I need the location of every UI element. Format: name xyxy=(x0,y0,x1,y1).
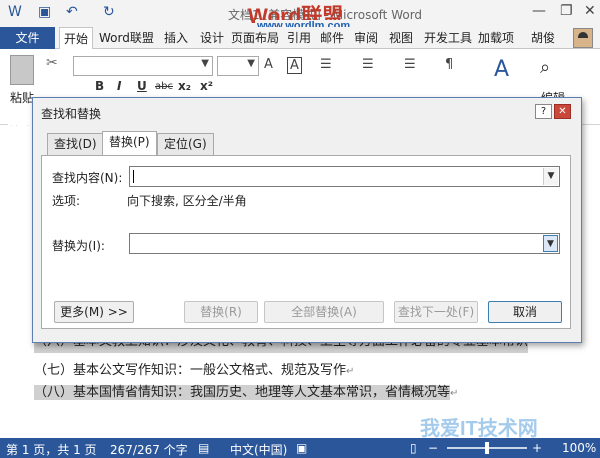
document-line-7[interactable]: （七）基本公文写作知识：一般公文格式、规范及写作↵ xyxy=(34,359,354,378)
zoom-slider-handle[interactable] xyxy=(485,442,489,454)
page-count[interactable]: 第 1 页，共 1 页 xyxy=(6,441,97,458)
italic-button[interactable]: I xyxy=(117,79,121,93)
tab-layout[interactable]: 页面布局 xyxy=(227,27,283,49)
minimize-icon[interactable]: — xyxy=(532,3,546,19)
close-window-icon[interactable]: ✕ xyxy=(584,3,596,19)
tab-review[interactable]: 审阅 xyxy=(350,27,382,49)
tab-addins[interactable]: 加载项 xyxy=(474,27,518,49)
tab-wordlm[interactable]: Word联盟 xyxy=(95,27,158,49)
read-mode-icon[interactable]: ▯ xyxy=(410,441,417,455)
tab-file[interactable]: 文件 xyxy=(0,27,55,49)
dialog-title: 查找和替换 xyxy=(41,107,102,121)
chevron-down-icon[interactable]: ▼ xyxy=(201,58,209,69)
tab-view[interactable]: 视图 xyxy=(385,27,417,49)
status-bar: 第 1 页，共 1 页 267/267 个字 ▤ 中文(中国) ▣ ▯ − + … xyxy=(0,438,600,458)
proofing-icon[interactable]: ▤ xyxy=(198,441,209,455)
ribbon-tabs: 文件 开始 Word联盟 插入 设计 页面布局 引用 邮件 审阅 视图 开发工具… xyxy=(0,27,600,50)
styles-icon[interactable]: A xyxy=(494,57,509,82)
replace-label: 替换为(I): xyxy=(52,239,105,253)
find-next-button[interactable]: 查找下一处(F) xyxy=(394,301,478,323)
chevron-down-icon[interactable]: ▼ xyxy=(543,235,558,252)
char-border-icon[interactable]: A xyxy=(287,57,302,74)
paste-icon[interactable] xyxy=(10,55,34,85)
find-label: 查找内容(N): xyxy=(52,171,123,185)
language[interactable]: 中文(中国) xyxy=(230,441,287,458)
paste-label[interactable]: 粘贴 xyxy=(10,89,34,106)
more-button[interactable]: 更多(M) >> xyxy=(54,301,134,323)
cut-icon[interactable]: ✂ xyxy=(46,55,58,71)
word-app-icon[interactable]: W xyxy=(8,4,22,20)
replace-input[interactable]: ▼ xyxy=(129,233,560,254)
paragraph-mark-icon: ↵ xyxy=(346,366,355,377)
numbering-icon[interactable]: ☰ xyxy=(362,57,374,72)
help-button[interactable]: ? xyxy=(535,104,552,119)
paragraph-mark-icon: ↵ xyxy=(450,388,459,399)
cancel-button[interactable]: 取消 xyxy=(488,301,562,323)
word-count[interactable]: 267/267 个字 xyxy=(110,441,188,458)
zoom-in-icon[interactable]: + xyxy=(532,441,542,455)
title-bar: W ▣ ↶ ↻ 文档1 [兼容模式] - Microsoft Word Word… xyxy=(0,0,600,32)
tab-design[interactable]: 设计 xyxy=(196,27,228,49)
bullets-icon[interactable]: ☰ xyxy=(320,57,332,72)
chevron-down-icon[interactable]: ▼ xyxy=(247,58,255,69)
tab-replace[interactable]: 替换(P) xyxy=(102,131,157,156)
multilevel-icon[interactable]: ☰ xyxy=(404,57,416,72)
restore-icon[interactable]: ❐ xyxy=(560,3,573,19)
tab-home[interactable]: 开始 xyxy=(59,27,94,50)
user-name[interactable]: 胡俊 xyxy=(527,27,559,49)
tab-developer[interactable]: 开发工具 xyxy=(420,27,476,49)
tab-insert[interactable]: 插入 xyxy=(160,27,192,49)
strikethrough-button[interactable]: abc xyxy=(155,81,173,92)
chevron-down-icon[interactable]: ▼ xyxy=(543,168,558,185)
document-line-8[interactable]: （八）基本国情省情知识：我国历史、地理等人文基本常识，省情概况等↵ xyxy=(34,381,458,400)
replace-all-button[interactable]: 全部替换(A) xyxy=(264,301,384,323)
replace-button[interactable]: 替换(R) xyxy=(184,301,258,323)
find-binoculars-icon[interactable]: ⌕ xyxy=(540,57,550,78)
show-marks-icon[interactable]: ¶ xyxy=(445,57,453,72)
underline-button[interactable]: U xyxy=(137,79,147,93)
macro-icon[interactable]: ▣ xyxy=(296,441,307,455)
find-input[interactable]: ▼ xyxy=(129,166,560,187)
options-label: 选项: xyxy=(52,194,81,208)
tab-goto[interactable]: 定位(G) xyxy=(157,133,214,155)
find-replace-dialog: 查找和替换 ? ✕ 查找(D) 替换(P) 定位(G) 查找内容(N): ▼ 选… xyxy=(32,97,582,343)
document-line-8-text[interactable]: （八）基本国情省情知识：我国历史、地理等人文基本常识，省情概况等 xyxy=(34,385,451,400)
bold-button[interactable]: B xyxy=(95,79,104,93)
save-icon[interactable]: ▣ xyxy=(38,4,51,20)
font-size-combo[interactable]: ▼ xyxy=(217,56,259,76)
undo-icon[interactable]: ↶ xyxy=(66,4,78,20)
superscript-button[interactable]: x² xyxy=(200,79,213,93)
text-caret xyxy=(133,170,134,183)
tab-find[interactable]: 查找(D) xyxy=(47,133,104,155)
zoom-level[interactable]: 100% xyxy=(562,441,596,455)
tab-mailings[interactable]: 邮件 xyxy=(316,27,348,49)
replace-panel: 查找内容(N): ▼ 选项: 向下搜索, 区分全/半角 替换为(I): ▼ 更多… xyxy=(41,155,571,329)
document-line-7-text[interactable]: （七）基本公文写作知识：一般公文格式、规范及写作 xyxy=(34,363,346,378)
zoom-slider[interactable] xyxy=(447,442,527,454)
subscript-button[interactable]: x₂ xyxy=(178,79,191,93)
tab-references[interactable]: 引用 xyxy=(283,27,315,49)
options-value: 向下搜索, 区分全/半角 xyxy=(127,194,247,208)
watermark: 我爱IT技术网 xyxy=(420,418,538,440)
redo-icon[interactable]: ↻ xyxy=(103,4,115,20)
grow-font-icon[interactable]: A xyxy=(264,57,273,72)
font-name-combo[interactable]: ▼ xyxy=(73,56,213,76)
close-dialog-button[interactable]: ✕ xyxy=(554,104,571,119)
zoom-out-icon[interactable]: − xyxy=(428,441,438,455)
user-avatar[interactable] xyxy=(573,28,593,48)
